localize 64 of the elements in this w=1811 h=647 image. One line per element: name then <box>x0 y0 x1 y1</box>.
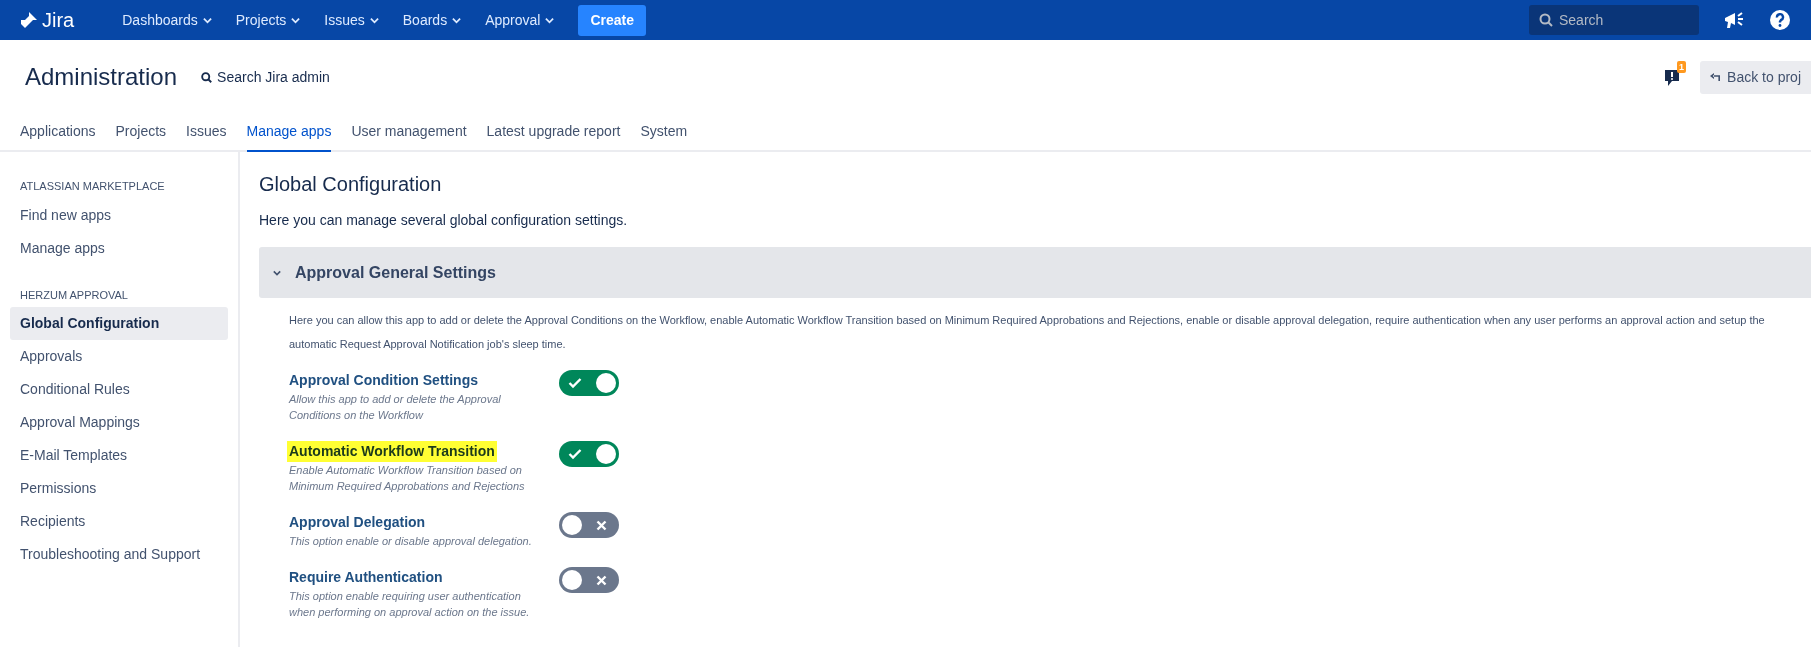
toggle-switch[interactable] <box>559 567 619 593</box>
alert-speech-icon[interactable] <box>1664 69 1681 88</box>
nav-tab[interactable]: User management <box>351 115 467 152</box>
close-icon <box>596 519 607 531</box>
caret-icon <box>545 15 555 25</box>
search-icon <box>201 72 213 83</box>
megaphone-icon[interactable] <box>1723 10 1745 30</box>
nav-tab[interactable]: Latest upgrade report <box>486 115 621 152</box>
sidebar-item[interactable]: Approvals <box>10 340 228 373</box>
sidebar-item[interactable]: Manage apps <box>10 231 228 265</box>
logo-icon <box>20 11 38 29</box>
sidebar-item[interactable]: Find new apps <box>10 198 228 232</box>
toggle-switch[interactable] <box>559 441 619 467</box>
caret-icon <box>369 15 379 25</box>
notification-badge: 1 <box>1677 61 1687 73</box>
panel-header[interactable]: Approval General Settings <box>259 247 1811 298</box>
sidebar-item[interactable]: Conditional Rules <box>10 373 228 406</box>
jira-logo[interactable]: Jira <box>20 5 75 35</box>
return-arrow-icon <box>1710 73 1722 82</box>
setting-title: Automatic Workflow Transition <box>287 441 497 462</box>
search-icon <box>1539 13 1553 27</box>
caret-icon <box>291 15 301 25</box>
toggle-switch[interactable] <box>559 370 619 396</box>
setting-description: This option enable or disable approval delegation. <box>289 534 533 549</box>
sidebar-item[interactable]: E-Mail Templates <box>10 439 228 472</box>
nav-tab[interactable]: Projects <box>115 115 167 152</box>
close-icon <box>596 574 607 586</box>
admin-search-link[interactable]: Search Jira admin <box>201 67 330 88</box>
caret-icon <box>202 15 212 25</box>
nav-tab[interactable]: Manage apps <box>246 115 332 152</box>
sidebar-item[interactable]: Recipients <box>10 505 228 538</box>
setting-description: Enable Automatic Workflow Transition based on Minimum Required Approbations and Rejections <box>289 463 526 494</box>
setting-description: Allow this app to add or delete the Approval Conditions on the Workflow <box>289 392 502 423</box>
intro-text: Here you can manage several global configuration settings. <box>259 211 629 230</box>
toggle-switch[interactable] <box>559 512 619 538</box>
nav-menu[interactable]: Issues <box>316 5 387 35</box>
nav-menu[interactable]: Boards <box>394 5 470 35</box>
nav-menu[interactable]: Projects <box>227 5 309 35</box>
check-icon <box>568 377 582 389</box>
setting-title: Approval Condition Settings <box>288 371 479 390</box>
section-heading: HERZUM APPROVAL <box>19 287 129 303</box>
help-icon[interactable] <box>1769 9 1791 31</box>
panel-description: Here you can allow this app to add or delete the Approval Conditions on the Workflow, enable Automatic Workflow Transition based on Minimum Required Approbations and Rejections, enable or disable approval delegation, require authentication when any user performs an approval action and setup the automatic Request Approval Notification job's sleep time. <box>288 313 1766 352</box>
nav-tab[interactable]: Issues <box>186 115 227 152</box>
sidebar-item[interactable]: Global Configuration <box>10 307 228 340</box>
nav-tab[interactable]: System <box>640 115 688 152</box>
page-title: Administration <box>25 63 178 92</box>
sidebar-item[interactable]: Permissions <box>10 472 228 505</box>
search-field[interactable]: Search <box>1529 5 1699 35</box>
chevron-icon <box>273 268 281 277</box>
setting-title: Approval Delegation <box>288 513 427 532</box>
section-title: Global Configuration <box>259 172 443 196</box>
create-button[interactable]: Create <box>578 4 646 36</box>
sidebar-item[interactable]: Troubleshooting and Support <box>10 538 228 571</box>
nav-menu[interactable]: Approval <box>477 5 563 35</box>
back-button[interactable]: Back to proj <box>1700 61 1811 94</box>
sidebar-item[interactable]: Approval Mappings <box>10 406 228 439</box>
section-heading: ATLASSIAN MARKETPLACE <box>19 179 166 194</box>
nav-menu[interactable]: Dashboards <box>114 5 220 35</box>
setting-description: This option enable requiring user authentication when performing on approval action on the issue. <box>289 589 531 620</box>
nav-tab[interactable]: Applications <box>20 115 96 152</box>
setting-title: Require Authentication <box>288 568 444 587</box>
check-icon <box>568 448 582 460</box>
caret-icon <box>452 15 462 25</box>
